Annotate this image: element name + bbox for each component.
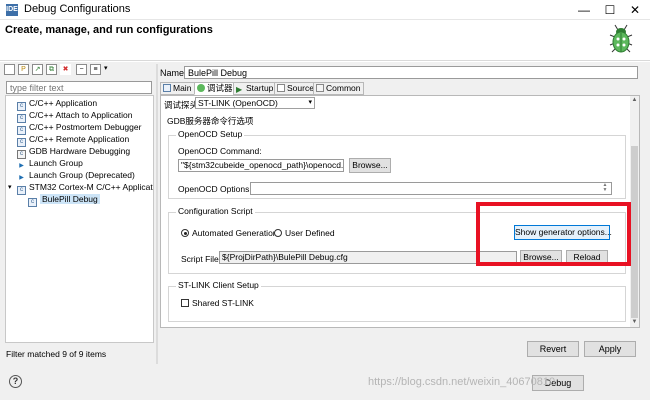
- filter-icon[interactable]: ≡: [90, 64, 101, 75]
- maximize-button[interactable]: ☐: [597, 0, 623, 20]
- tab-startup[interactable]: ▶ Startup: [233, 82, 278, 95]
- openocd-setup-heading: OpenOCD Setup: [176, 129, 245, 139]
- openocd-command-label: OpenOCD Command:: [178, 146, 262, 156]
- user-defined-radio[interactable]: [274, 229, 282, 237]
- name-field[interactable]: [184, 66, 638, 79]
- source-icon: [277, 84, 285, 92]
- config-tree: c C/C++ Application c C/C++ Attach to Appl…: [5, 95, 154, 343]
- window-title: Debug Configurations: [24, 3, 131, 15]
- tree-item-c-remote[interactable]: c C/C++ Remote Application: [17, 134, 129, 147]
- tree-item-c-app[interactable]: c C/C++ Application: [17, 98, 97, 111]
- watermark: https://blog.csdn.net/weixin_40670810: [368, 376, 556, 388]
- tree-item-c-postmortem[interactable]: c C/C++ Postmortem Debugger: [17, 122, 141, 135]
- browse-command-button[interactable]: Browse...: [349, 158, 391, 173]
- minimize-button[interactable]: —: [571, 0, 597, 20]
- panel-divider[interactable]: [156, 64, 158, 364]
- tree-item-launch-group-deprecated[interactable]: ▶ Launch Group (Deprecated): [17, 170, 135, 181]
- automated-generation-radio[interactable]: [181, 229, 189, 237]
- dialog-header: Create, manage, and run configurations: [0, 20, 650, 61]
- tree-item-stm32[interactable]: c STM32 Cortex-M C/C++ Applicatio: [17, 182, 153, 195]
- script-file-field[interactable]: ${ProjDirPath}\BulePill Debug.cfg: [219, 251, 517, 264]
- shared-stlink-label: Shared ST-LINK: [192, 298, 254, 308]
- scrollbar-thumb[interactable]: [631, 146, 638, 318]
- export-icon[interactable]: ↗: [32, 64, 43, 75]
- apply-button[interactable]: Apply: [584, 341, 636, 357]
- options-spin-icon[interactable]: ▲ ▼: [601, 183, 609, 194]
- user-defined-label: User Defined: [285, 228, 335, 238]
- chevron-down-icon: ▾: [308, 99, 312, 106]
- debug-config-icon: c: [28, 198, 37, 207]
- tab-source[interactable]: Source: [274, 82, 318, 95]
- content-scrollbar[interactable]: ▲ ▼: [630, 96, 639, 327]
- tree-item-launch-group[interactable]: ▶ Launch Group: [17, 158, 83, 169]
- tab-main[interactable]: Main: [160, 82, 196, 95]
- duplicate-icon[interactable]: ⧉: [46, 64, 57, 75]
- app-icon: IDE: [6, 4, 18, 16]
- close-button[interactable]: ✕: [622, 0, 648, 20]
- delete-icon[interactable]: ✖: [60, 64, 71, 75]
- filter-status: Filter matched 9 of 9 items: [6, 349, 107, 359]
- title-bar: IDE Debug Configurations — ☐ ✕: [0, 0, 650, 20]
- config-script-heading: Configuration Script: [176, 206, 255, 216]
- openocd-command-field[interactable]: "${stm32cubeide_openocd_path}\openocd.ex…: [178, 159, 344, 172]
- openocd-options-label: OpenOCD Options :: [178, 184, 255, 194]
- view-menu-icon[interactable]: ▾: [104, 64, 108, 72]
- tab-debugger[interactable]: 调试器: [194, 82, 237, 95]
- bug-icon: [197, 84, 205, 92]
- new-config-icon[interactable]: [4, 64, 15, 75]
- new-prototype-icon[interactable]: P: [18, 64, 29, 75]
- probe-select[interactable]: ST-LINK (OpenOCD) ▾: [195, 97, 315, 109]
- collapse-all-icon[interactable]: −: [76, 64, 87, 75]
- scroll-up-icon[interactable]: ▲: [630, 97, 639, 103]
- stlink-client-heading: ST-LINK Client Setup: [176, 280, 261, 290]
- play-icon: ▶: [236, 85, 243, 94]
- help-icon[interactable]: ?: [9, 375, 22, 388]
- gdb-options-heading: GDB服务器命令行选项: [167, 116, 254, 126]
- tree-item-gdb-hardware[interactable]: c GDB Hardware Debugging: [17, 146, 130, 159]
- common-icon: [316, 84, 324, 92]
- tab-common[interactable]: Common: [313, 82, 365, 95]
- main-tab-icon: [163, 84, 171, 92]
- name-label: Name:: [160, 68, 187, 78]
- stm32-icon: c: [17, 186, 26, 195]
- dialog-heading: Create, manage, and run configurations: [5, 24, 213, 36]
- shared-stlink-checkbox[interactable]: [181, 299, 189, 307]
- scroll-down-icon[interactable]: ▼: [630, 319, 639, 325]
- probe-label: 调试探头: [164, 100, 199, 110]
- script-file-label: Script File:: [181, 254, 222, 264]
- debug-bug-icon: [609, 24, 633, 53]
- tree-item-c-attach[interactable]: c C/C++ Attach to Application: [17, 110, 132, 123]
- tree-item-bulepill-debug[interactable]: c BulePill Debug: [28, 194, 100, 207]
- highlight-annotation: [476, 202, 631, 266]
- chevron-down-icon[interactable]: ▾: [8, 183, 12, 191]
- filter-input[interactable]: [6, 81, 152, 94]
- automated-generation-label: Automated Generation: [192, 228, 278, 238]
- openocd-options-field[interactable]: [250, 182, 612, 195]
- revert-button[interactable]: Revert: [527, 341, 579, 357]
